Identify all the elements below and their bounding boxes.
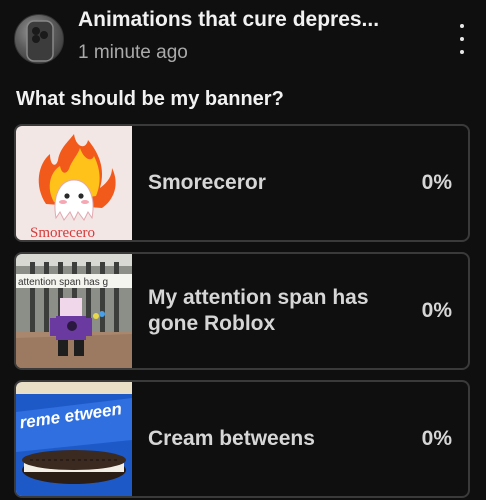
post-header: Animations that cure depres... 1 minute … bbox=[0, 0, 486, 80]
option-label: My attention span has gone Roblox bbox=[148, 285, 369, 335]
menu-dot bbox=[460, 37, 464, 41]
more-vertical-icon[interactable] bbox=[452, 24, 472, 54]
avatar-image bbox=[26, 20, 54, 62]
thumb-caption: Smorecero bbox=[30, 225, 95, 240]
channel-name[interactable]: Animations that cure depres... bbox=[78, 8, 438, 32]
option-percent: 0% bbox=[421, 171, 452, 194]
thumb-caption: attention span has g bbox=[18, 277, 108, 288]
option-label: Cream betweens bbox=[148, 426, 315, 450]
poll-question: What should be my banner? bbox=[16, 88, 284, 110]
post-timestamp: 1 minute ago bbox=[78, 42, 188, 63]
option-percent: 0% bbox=[421, 427, 452, 450]
menu-dot bbox=[460, 50, 464, 54]
option-thumbnail: reme etween bbox=[16, 382, 132, 496]
poll-option-attention-span[interactable]: attention span has g My attention span h… bbox=[14, 252, 470, 370]
option-thumbnail: attention span has g bbox=[16, 254, 132, 368]
option-thumbnail: Smorecero bbox=[16, 126, 132, 240]
poll-option-smoreceror[interactable]: Smorecero Smoreceror 0% bbox=[14, 124, 470, 242]
poll-option-cream-betweens[interactable]: reme etween Cream betweens 0% bbox=[14, 380, 470, 498]
option-label: Smoreceror bbox=[148, 170, 266, 194]
option-percent: 0% bbox=[421, 299, 452, 322]
channel-avatar[interactable] bbox=[14, 14, 64, 64]
menu-dot bbox=[460, 24, 464, 28]
